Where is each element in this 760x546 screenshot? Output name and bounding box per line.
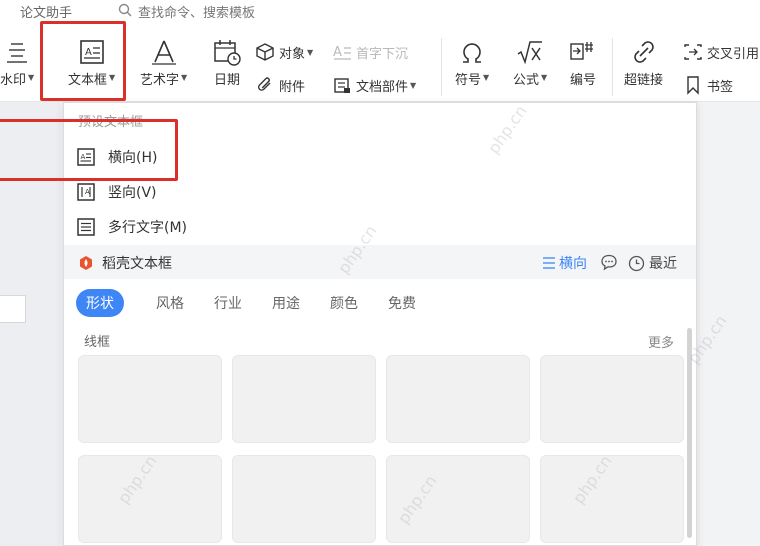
watermark-label: 水印 bbox=[0, 73, 27, 88]
formula-icon bbox=[517, 41, 543, 65]
recent-button[interactable]: 最近 bbox=[628, 253, 677, 273]
cross-reference-button[interactable]: 交叉引用 bbox=[683, 42, 759, 62]
numbering-icon bbox=[570, 42, 593, 60]
doc-parts-icon bbox=[334, 78, 350, 93]
calendar-icon bbox=[214, 40, 241, 66]
art-text-button[interactable]: 艺术字 ▼ bbox=[140, 38, 187, 88]
multiline-label: 多行文字(M) bbox=[108, 220, 188, 236]
line-frame-heading: 线框 bbox=[84, 335, 111, 350]
object-button[interactable]: 对象 ▼ bbox=[255, 42, 313, 62]
numbering-button[interactable]: 编号 bbox=[568, 38, 598, 88]
cross-reference-label: 交叉引用 bbox=[707, 46, 760, 62]
drop-cap-label: 首字下沉 bbox=[356, 46, 409, 62]
command-search-input[interactable]: 查找命令、搜索模板 bbox=[138, 2, 255, 21]
drop-cap-icon: A bbox=[333, 45, 351, 60]
doc-parts-button[interactable]: 文档部件 ▼ bbox=[332, 75, 416, 95]
bookmark-button[interactable]: 书签 bbox=[683, 75, 733, 95]
watermark-icon bbox=[7, 43, 28, 63]
tab-shape[interactable]: 形状 bbox=[76, 289, 124, 317]
cube-icon bbox=[256, 43, 274, 61]
chevron-down-icon: ▼ bbox=[410, 80, 417, 90]
tab-usage[interactable]: 用途 bbox=[272, 293, 300, 313]
attachment-button[interactable]: 附件 bbox=[255, 75, 305, 95]
docer-textbox-label: 稻壳文本框 bbox=[102, 256, 172, 272]
paperclip-icon bbox=[258, 77, 271, 91]
docer-logo-icon bbox=[80, 256, 92, 270]
date-label: 日期 bbox=[213, 73, 240, 88]
chevron-down-icon: ▼ bbox=[307, 47, 314, 57]
drop-cap-button[interactable]: A 首字下沉 bbox=[332, 42, 408, 62]
doc-parts-label: 文档部件 bbox=[356, 79, 409, 95]
orientation-filter[interactable]: 横向 bbox=[542, 253, 587, 273]
bookmark-icon bbox=[687, 76, 699, 95]
template-card[interactable] bbox=[78, 355, 222, 443]
chat-bubble-icon bbox=[601, 254, 617, 271]
symbol-label: 符号 bbox=[455, 73, 482, 88]
numbering-label: 编号 bbox=[569, 73, 596, 88]
multiline-text-item[interactable]: 多行文字(M) bbox=[76, 217, 187, 237]
tab-free[interactable]: 免费 bbox=[388, 293, 416, 313]
chevron-down-icon: ▼ bbox=[541, 72, 548, 82]
template-card[interactable] bbox=[540, 455, 684, 543]
watermark-button[interactable]: 水印 ▼ bbox=[0, 38, 34, 88]
art-text-icon bbox=[151, 40, 176, 65]
svg-text:A: A bbox=[333, 45, 342, 60]
vertical-label: 竖向(V) bbox=[108, 185, 157, 201]
symbol-button[interactable]: 符号 ▼ bbox=[455, 38, 489, 88]
date-button[interactable]: 日期 bbox=[212, 38, 242, 88]
cross-reference-icon bbox=[684, 44, 702, 60]
highlight-horizontal-item bbox=[0, 119, 178, 181]
template-card[interactable] bbox=[386, 455, 530, 543]
vertical-textbox-item[interactable]: A 竖向(V) bbox=[76, 182, 157, 202]
chevron-down-icon: ▼ bbox=[483, 72, 490, 82]
docer-textbox-bar: 稻壳文本框 横向 最近 bbox=[64, 245, 696, 279]
feedback-button[interactable] bbox=[600, 253, 618, 271]
highlight-textbox-button bbox=[40, 21, 126, 101]
scrollbar[interactable] bbox=[687, 328, 692, 538]
chevron-down-icon: ▼ bbox=[28, 72, 35, 82]
hyperlink-label: 超链接 bbox=[624, 73, 664, 88]
attachment-label: 附件 bbox=[279, 79, 306, 95]
template-card[interactable] bbox=[78, 455, 222, 543]
vertical-textbox-icon: A bbox=[77, 183, 95, 201]
template-card[interactable] bbox=[386, 355, 530, 443]
tab-style[interactable]: 风格 bbox=[156, 293, 184, 313]
recent-label: 最近 bbox=[649, 256, 677, 272]
docer-textbox-brand[interactable]: 稻壳文本框 bbox=[78, 253, 172, 273]
multiline-text-icon bbox=[77, 218, 95, 236]
clock-icon bbox=[628, 255, 645, 271]
more-link[interactable]: 更多 bbox=[648, 332, 674, 351]
ribbon-divider bbox=[441, 38, 442, 96]
hyperlink-button[interactable]: 超链接 bbox=[624, 38, 663, 88]
art-text-label: 艺术字 bbox=[140, 73, 180, 88]
formula-button[interactable]: 公式 ▼ bbox=[513, 38, 547, 88]
chevron-down-icon: ▼ bbox=[181, 72, 188, 82]
formula-label: 公式 bbox=[513, 73, 540, 88]
template-card[interactable] bbox=[232, 355, 376, 443]
template-card[interactable] bbox=[232, 455, 376, 543]
object-label: 对象 bbox=[279, 46, 306, 62]
template-card[interactable] bbox=[540, 355, 684, 443]
search-icon bbox=[118, 3, 132, 17]
bookmark-label: 书签 bbox=[707, 79, 734, 95]
category-tabs: 形状 风格 行业 用途 颜色 免费 bbox=[76, 289, 446, 317]
tab-color[interactable]: 颜色 bbox=[330, 293, 358, 313]
omega-icon bbox=[463, 43, 482, 63]
horizontal-lines-icon bbox=[543, 257, 555, 269]
ribbon-divider bbox=[612, 38, 613, 96]
tab-industry[interactable]: 行业 bbox=[214, 293, 242, 313]
svg-text:A: A bbox=[85, 188, 90, 196]
link-icon bbox=[633, 41, 654, 63]
orientation-label: 横向 bbox=[559, 256, 587, 272]
document-page-edge bbox=[0, 295, 26, 323]
paper-assistant-label[interactable]: 论文助手 bbox=[20, 2, 72, 21]
